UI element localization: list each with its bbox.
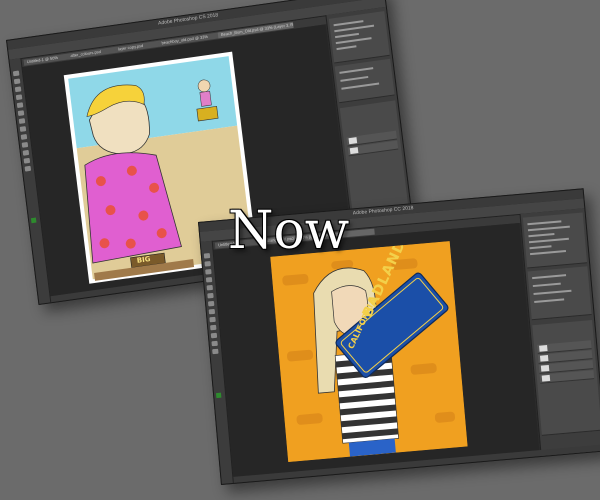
eyedropper-tool-icon[interactable]	[16, 102, 24, 109]
adjustments-panel	[334, 58, 395, 104]
properties-panel	[328, 11, 390, 64]
girl-dress	[199, 90, 212, 107]
crop-tool-icon[interactable]	[205, 277, 213, 283]
hand-tool-icon[interactable]	[212, 348, 219, 355]
type-tool-icon[interactable]	[211, 340, 218, 347]
lasso-tool-icon[interactable]	[14, 86, 22, 93]
hand-tool-icon[interactable]	[24, 165, 32, 172]
healing-tool-icon[interactable]	[207, 292, 214, 299]
eraser-tool-icon[interactable]	[20, 134, 28, 140]
brush-tool-icon[interactable]	[18, 118, 26, 124]
eyedropper-tool-icon[interactable]	[206, 284, 213, 291]
lasso-tool-icon[interactable]	[205, 269, 212, 275]
pen-tool-icon[interactable]	[22, 149, 30, 156]
foreground-color-swatch[interactable]	[215, 392, 222, 399]
marquee-tool-icon[interactable]	[13, 78, 21, 85]
move-tool-icon[interactable]	[12, 70, 20, 77]
comparison-scene: Adobe Photoshop CS 2018 Untitled-1 @ 50%…	[0, 0, 600, 500]
gradient-tool-icon[interactable]	[21, 141, 29, 148]
stamp-tool-icon[interactable]	[19, 126, 27, 132]
layers-panel	[339, 100, 409, 219]
badlands-artwork: BADLANDS CALIFORNIA	[270, 241, 468, 463]
properties-panel	[522, 212, 588, 269]
pen-tool-icon[interactable]	[210, 332, 218, 339]
healing-tool-icon[interactable]	[17, 110, 25, 117]
move-tool-icon[interactable]	[203, 253, 211, 259]
brush-tool-icon[interactable]	[207, 300, 215, 307]
foreground-color-swatch[interactable]	[30, 217, 37, 224]
treasure-chest	[196, 105, 219, 122]
canvas-area: BADLANDS CALIFORNIA	[213, 222, 540, 477]
gradient-tool-icon[interactable]	[210, 324, 217, 331]
marquee-tool-icon[interactable]	[204, 261, 211, 267]
crop-tool-icon[interactable]	[15, 94, 23, 101]
stamp-tool-icon[interactable]	[208, 308, 216, 315]
badlands-girl-illustration	[270, 241, 468, 463]
eraser-tool-icon[interactable]	[209, 316, 216, 323]
layers-panel	[532, 320, 600, 436]
type-tool-icon[interactable]	[23, 157, 31, 164]
adjustments-panel	[527, 266, 592, 321]
now-heading: Now	[228, 201, 350, 261]
